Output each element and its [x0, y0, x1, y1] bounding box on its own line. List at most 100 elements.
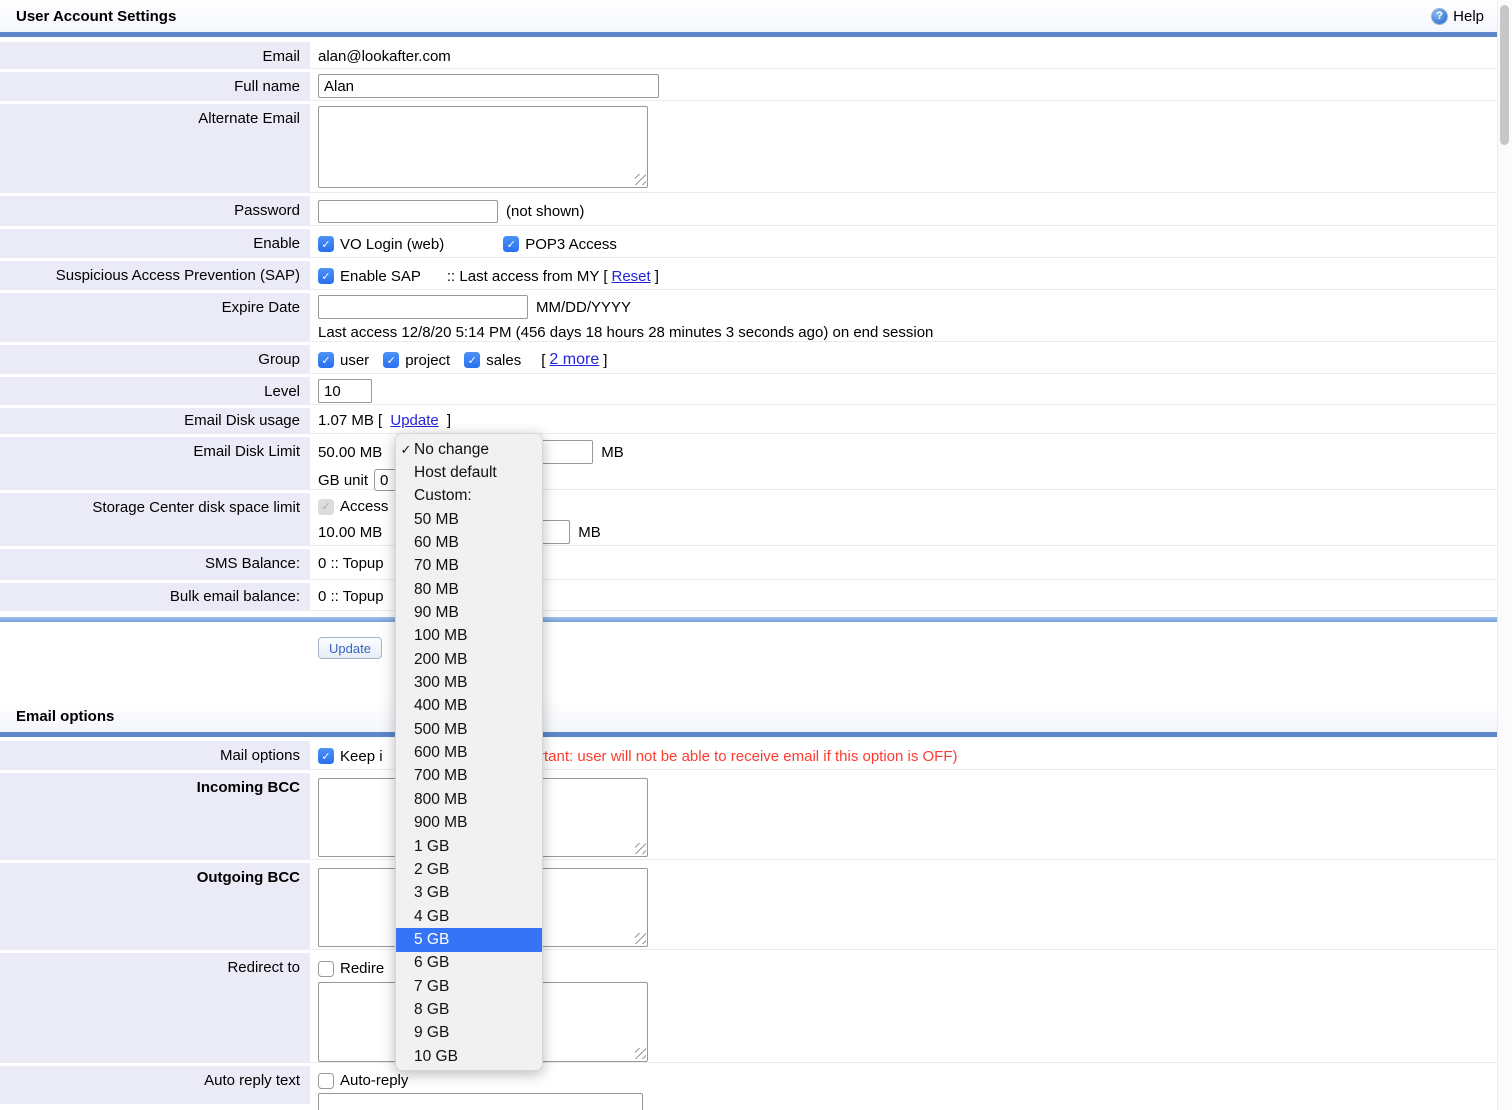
disk-limit-option[interactable]: 90 MB	[396, 601, 542, 624]
disk-limit-option-label: 500 MB	[414, 721, 467, 739]
disk-limit-option[interactable]: 4 GB	[396, 905, 542, 928]
level-input[interactable]	[318, 379, 372, 403]
incoming-bcc-label: Incoming BCC	[0, 773, 310, 859]
disk-limit-option[interactable]: 600 MB	[396, 741, 542, 764]
group-project-checkbox[interactable]	[383, 352, 399, 368]
disk-limit-option-label: Host default	[414, 464, 497, 482]
sap-label: Suspicious Access Prevention (SAP)	[0, 261, 310, 289]
disk-limit-option-label: 50 MB	[414, 511, 459, 529]
disk-limit-option-label: 70 MB	[414, 557, 459, 575]
disk-limit-option[interactable]: 10 GB	[396, 1045, 542, 1068]
disk-limit-option[interactable]: 9 GB	[396, 1022, 542, 1045]
disk-limit-select-menu: ✓ No change Host default Custom: 50 MB 6…	[395, 433, 543, 1071]
disk-limit-option-label: 3 GB	[414, 884, 449, 902]
disk-usage-label: Email Disk usage	[0, 408, 310, 433]
disk-limit-option-label: 4 GB	[414, 908, 449, 926]
email-label: Email	[0, 42, 310, 68]
page-title: User Account Settings	[16, 8, 176, 25]
sms-balance-value: 0 :: Topup	[318, 555, 384, 572]
group-more-link[interactable]: 2 more	[549, 351, 599, 369]
auto-reply-input[interactable]	[318, 1093, 643, 1110]
alternate-email-textarea[interactable]	[318, 106, 648, 188]
disk-limit-option-label: 700 MB	[414, 767, 467, 785]
email-value: alan@lookafter.com	[318, 48, 451, 65]
disk-limit-option[interactable]: 80 MB	[396, 578, 542, 601]
sap-reset-link[interactable]: Reset	[612, 268, 651, 285]
disk-limit-option[interactable]: 50 MB	[396, 508, 542, 531]
disk-limit-option-label: No change	[414, 441, 489, 459]
full-name-input[interactable]	[318, 74, 659, 98]
password-label: Password	[0, 196, 310, 225]
disk-limit-option[interactable]: 5 GB	[396, 928, 542, 951]
auto-reply-checkbox[interactable]	[318, 1073, 334, 1089]
row-auto-reply: Auto reply text Auto-reply	[0, 1066, 1512, 1104]
disk-limit-option[interactable]: 7 GB	[396, 975, 542, 998]
disk-limit-option-label: 90 MB	[414, 604, 459, 622]
disk-limit-option-label: 900 MB	[414, 814, 467, 832]
disk-limit-label: Email Disk Limit	[0, 437, 310, 489]
disk-limit-option[interactable]: Custom:	[396, 485, 542, 508]
disk-limit-option[interactable]: 800 MB	[396, 788, 542, 811]
disk-limit-option[interactable]: 200 MB	[396, 648, 542, 671]
disk-usage-update-link[interactable]: Update	[390, 412, 438, 429]
disk-limit-option[interactable]: 100 MB	[396, 625, 542, 648]
disk-limit-option-label: 100 MB	[414, 627, 467, 645]
row-email: Email alan@lookafter.com	[0, 42, 1512, 69]
disk-limit-option[interactable]: 8 GB	[396, 998, 542, 1021]
disk-limit-option[interactable]: 300 MB	[396, 671, 542, 694]
disk-limit-option-label: 10 GB	[414, 1048, 458, 1066]
disk-limit-option[interactable]: 70 MB	[396, 555, 542, 578]
disk-limit-option-label: 1 GB	[414, 838, 449, 856]
sap-checkbox[interactable]	[318, 268, 334, 284]
expire-date-label: Expire Date	[0, 293, 310, 341]
disk-limit-option[interactable]: ✓ No change	[396, 438, 542, 461]
disk-limit-option[interactable]: 700 MB	[396, 765, 542, 788]
password-input[interactable]	[318, 200, 498, 223]
disk-limit-unit: MB	[601, 444, 624, 461]
disk-limit-option[interactable]: 500 MB	[396, 718, 542, 741]
disk-limit-option-label: 6 GB	[414, 954, 449, 972]
auto-reply-checkbox-label: Auto-reply	[340, 1072, 408, 1089]
disk-limit-option[interactable]: 400 MB	[396, 695, 542, 718]
vo-login-checkbox[interactable]	[318, 236, 334, 252]
group-sales-checkbox[interactable]	[464, 352, 480, 368]
scrollbar-track[interactable]	[1497, 0, 1512, 1110]
email-options-form: Mail options Keep i rtant: user will not…	[0, 741, 1512, 1104]
disk-limit-option[interactable]: 6 GB	[396, 952, 542, 975]
help-button[interactable]: ? Help	[1431, 8, 1484, 25]
disk-limit-option[interactable]: 1 GB	[396, 835, 542, 858]
section-divider	[0, 617, 1512, 622]
level-label: Level	[0, 377, 310, 404]
expire-date-input[interactable]	[318, 295, 528, 319]
scrollbar-thumb[interactable]	[1500, 5, 1509, 145]
vo-login-option: VO Login (web)	[318, 236, 444, 253]
disk-limit-option[interactable]: 60 MB	[396, 531, 542, 554]
storage-current: 10.00 MB	[318, 524, 382, 541]
mail-options-warning: rtant: user will not be able to receive …	[539, 748, 958, 765]
redirect-label: Redirect to	[0, 953, 310, 1062]
enable-label: Enable	[0, 229, 310, 257]
disk-limit-option[interactable]: 2 GB	[396, 858, 542, 881]
row-alternate-email: Alternate Email	[0, 104, 1512, 193]
group-user-label: user	[340, 352, 369, 369]
row-outgoing-bcc: Outgoing BCC	[0, 863, 1512, 950]
redirect-checkbox[interactable]	[318, 961, 334, 977]
disk-limit-option[interactable]: 900 MB	[396, 812, 542, 835]
keep-mail-checkbox[interactable]	[318, 748, 334, 764]
pop3-label: POP3 Access	[525, 236, 617, 253]
sms-balance-label: SMS Balance:	[0, 549, 310, 579]
disk-limit-option-label: Custom:	[414, 487, 472, 505]
pop3-checkbox[interactable]	[503, 236, 519, 252]
vo-login-label: VO Login (web)	[340, 236, 444, 253]
row-full-name: Full name	[0, 72, 1512, 101]
group-sales-label: sales	[486, 352, 521, 369]
storage-access-checkbox[interactable]	[318, 499, 334, 515]
help-icon[interactable]: ?	[1431, 8, 1448, 25]
row-expire-date: Expire Date MM/DD/YYYY Last access 12/8/…	[0, 293, 1512, 342]
disk-limit-option[interactable]: Host default	[396, 461, 542, 484]
update-button[interactable]: Update	[318, 637, 382, 659]
group-user-checkbox[interactable]	[318, 352, 334, 368]
disk-limit-option[interactable]: 3 GB	[396, 882, 542, 905]
disk-usage-value: 1.07 MB [	[318, 412, 382, 429]
row-password: Password (not shown)	[0, 196, 1512, 226]
